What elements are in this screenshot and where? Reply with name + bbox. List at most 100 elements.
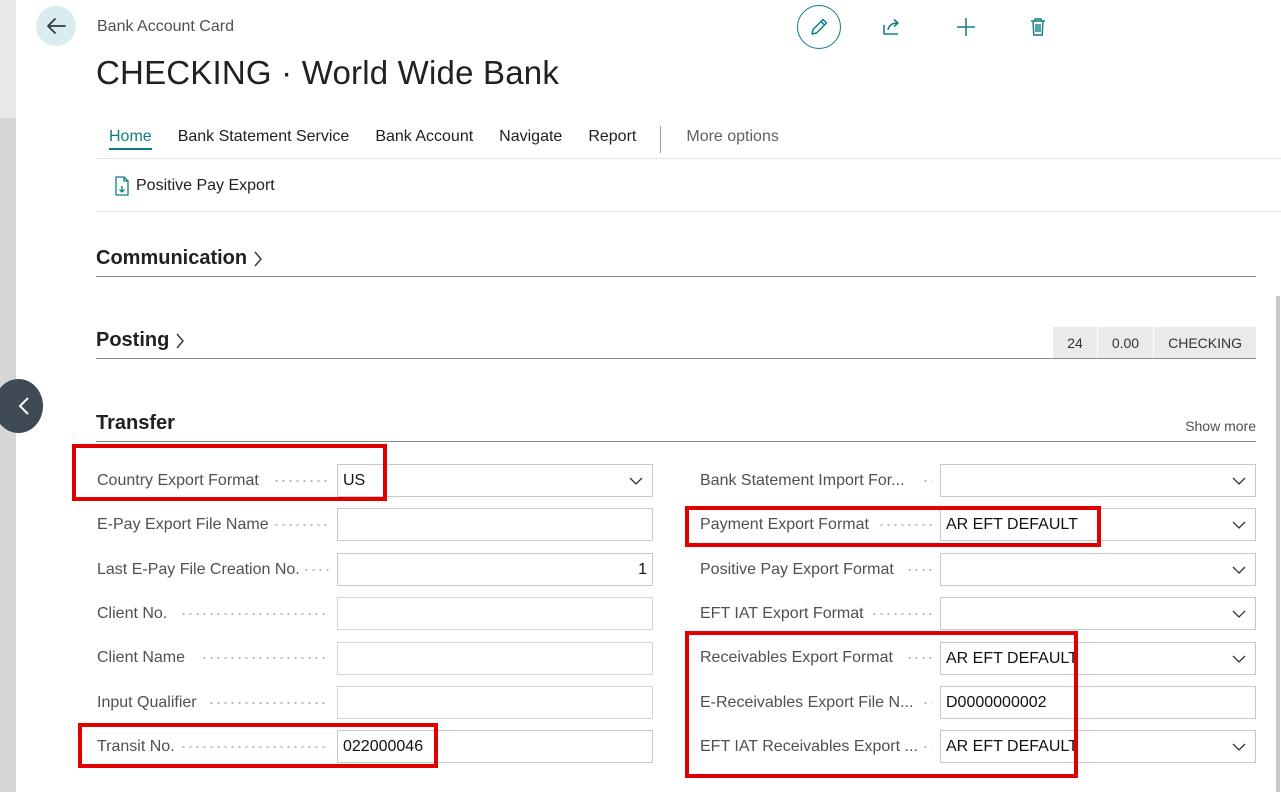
field-positive-pay-export-format: Positive Pay Export Format	[700, 554, 894, 586]
field-label: Bank Statement Import For...	[700, 472, 905, 489]
section-posting: Posting 24 0.00 CHECKING	[96, 327, 1256, 361]
chevron-down-icon	[1232, 743, 1246, 751]
summary-chip: 24	[1052, 327, 1097, 359]
section-header-communication[interactable]: Communication	[96, 247, 1256, 270]
action-menu: Home Bank Statement Service Bank Account…	[96, 126, 805, 156]
field-eft-iat-receivables-export-format: EFT IAT Receivables Export ...	[700, 731, 918, 763]
field-label: Client Name	[97, 649, 186, 666]
last-e-pay-file-creation-no-input[interactable]: 1	[337, 553, 653, 586]
tab-bank-account[interactable]: Bank Account	[375, 126, 473, 146]
scrollbar[interactable]	[1276, 296, 1280, 792]
leader-dots	[180, 746, 329, 748]
receivables-export-format-dropdown[interactable]: AR EFT DEFAULT	[940, 642, 1256, 675]
share-icon	[883, 18, 899, 35]
leader-dots	[303, 569, 329, 571]
left-edge-shade	[0, 118, 16, 792]
menu-divider	[96, 158, 1281, 159]
field-value: US	[343, 471, 366, 489]
tab-navigate[interactable]: Navigate	[499, 126, 562, 146]
document-export-icon	[115, 176, 129, 196]
tab-bank-statement-service[interactable]: Bank Statement Service	[178, 126, 350, 146]
chevron-down-icon	[629, 477, 643, 485]
field-label: Input Qualifier	[97, 694, 197, 711]
e-pay-export-file-name-input[interactable]	[337, 508, 653, 541]
tab-home[interactable]: Home	[109, 126, 152, 150]
field-label: Country Export Format	[97, 472, 259, 489]
leader-dots	[273, 480, 329, 482]
field-e-pay-export-file-name: E-Pay Export File Name	[97, 509, 269, 541]
tab-report[interactable]: Report	[588, 126, 636, 146]
leader-dots	[201, 657, 329, 659]
collapse-pane-button[interactable]	[0, 379, 43, 433]
section-communication: Communication	[96, 247, 1256, 279]
chevron-right-icon	[254, 251, 263, 266]
field-label: EFT IAT Export Format	[700, 605, 864, 622]
section-divider	[96, 276, 1256, 277]
client-name-input[interactable]	[337, 642, 653, 675]
share-button[interactable]	[870, 5, 914, 49]
field-value: 022000046	[343, 737, 424, 755]
chevron-left-icon	[18, 397, 29, 415]
section-title: Posting	[96, 329, 170, 351]
positive-pay-export-format-dropdown[interactable]	[940, 553, 1256, 586]
field-value: AR EFT DEFAULT	[946, 649, 1078, 667]
field-label: EFT IAT Receivables Export ...	[700, 738, 918, 755]
field-payment-export-format: Payment Export Format	[700, 509, 869, 541]
arrow-left-icon	[47, 18, 66, 34]
field-label: E-Receivables Export File N...	[700, 694, 914, 711]
e-receivables-export-file-name-input[interactable]: D0000000002	[940, 686, 1256, 719]
menu-separator	[660, 126, 662, 153]
field-label: Transit No.	[97, 738, 175, 755]
client-no-input[interactable]	[337, 597, 653, 630]
eft-iat-receivables-export-format-dropdown[interactable]: AR EFT DEFAULT	[940, 730, 1256, 763]
chevron-down-icon	[1232, 610, 1246, 618]
field-country-export-format: Country Export Format	[97, 465, 259, 497]
field-e-receivables-export-file-name: E-Receivables Export File N...	[700, 687, 913, 719]
leader-dots	[922, 702, 932, 704]
page-title: CHECKING · World Wide Bank	[96, 54, 560, 91]
delete-button[interactable]	[1016, 5, 1060, 49]
eft-iat-export-format-dropdown[interactable]	[940, 597, 1256, 630]
input-qualifier-input[interactable]	[337, 686, 653, 719]
leader-dots	[871, 613, 932, 615]
chevron-down-icon	[1232, 655, 1246, 663]
section-header-transfer[interactable]: Transfer	[96, 412, 1256, 435]
field-transit-no: Transit No.	[97, 731, 175, 763]
chevron-down-icon	[1232, 566, 1246, 574]
edit-button[interactable]	[797, 5, 841, 49]
more-options-button[interactable]: More options	[686, 126, 779, 146]
posting-summary: 24 0.00 CHECKING	[1052, 327, 1256, 359]
field-label: Client No.	[97, 605, 168, 622]
field-last-e-pay-file-creation-no: Last E-Pay File Creation No.	[97, 554, 300, 586]
field-bank-statement-import-format: Bank Statement Import For...	[700, 465, 905, 497]
show-more-link[interactable]: Show more	[1185, 418, 1256, 434]
field-label: Positive Pay Export Format	[700, 561, 894, 578]
payment-export-format-dropdown[interactable]: AR EFT DEFAULT	[940, 508, 1256, 541]
pencil-icon	[811, 18, 828, 35]
leader-dots	[273, 524, 329, 526]
field-client-no: Client No.	[97, 598, 167, 630]
back-button[interactable]	[36, 6, 76, 46]
section-title: Transfer	[96, 412, 175, 434]
leader-dots	[922, 746, 932, 748]
add-button[interactable]	[944, 5, 988, 49]
positive-pay-export-button[interactable]: Positive Pay Export	[112, 175, 275, 197]
section-divider	[96, 441, 1256, 442]
transit-no-input[interactable]: 022000046	[337, 730, 653, 763]
action-bar-divider	[96, 211, 1281, 212]
breadcrumb: Bank Account Card	[97, 18, 234, 35]
field-value: AR EFT DEFAULT	[946, 737, 1078, 755]
bank-statement-import-format-dropdown[interactable]	[940, 464, 1256, 497]
country-export-format-dropdown[interactable]: US	[337, 464, 653, 497]
leader-dots	[906, 569, 932, 571]
leader-dots	[906, 657, 932, 659]
field-label: Receivables Export Format	[700, 649, 893, 666]
section-title: Communication	[96, 247, 248, 269]
leader-dots	[208, 702, 329, 704]
plus-icon	[957, 18, 975, 36]
field-label: Last E-Pay File Creation No.	[97, 561, 300, 578]
chevron-down-icon	[1232, 477, 1246, 485]
chevron-down-icon	[1232, 521, 1246, 529]
section-divider	[96, 358, 1256, 359]
chevron-right-icon	[176, 333, 185, 348]
